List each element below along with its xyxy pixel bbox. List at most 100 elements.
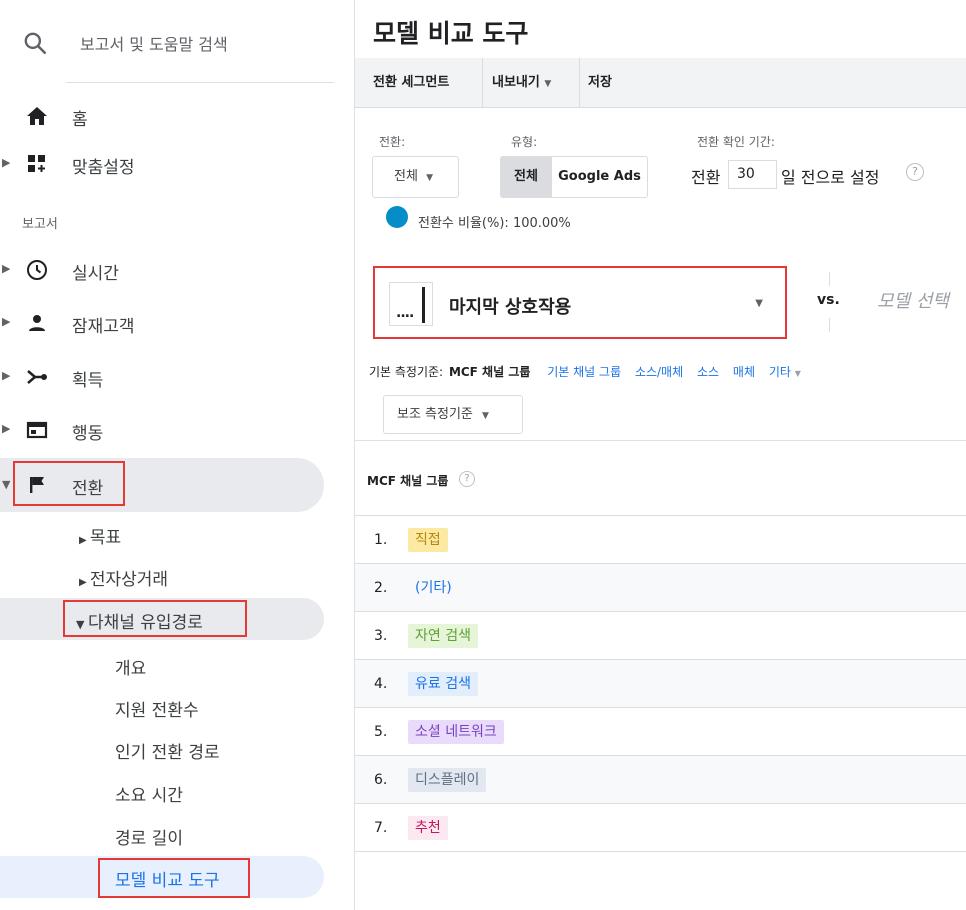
main-content: 모델 비교 도구 전환 세그먼트 내보내기 ▼ 저장 전환: 전체 ▼ 유형: … [354,0,966,910]
channel-tag[interactable]: 소셜 네트워크 [408,720,504,744]
dimension-other[interactable]: 기타 [769,365,791,379]
sidebar-item-label: 전자상거래 [89,570,169,590]
caret-down-icon: ▼ [794,369,801,378]
channel-tag[interactable]: (기타) [408,576,459,600]
row-number: 3. [374,628,388,644]
table-row[interactable]: 1. 직접 [355,516,966,564]
column-header-mcf[interactable]: MCF 채널 그룹 [367,472,448,489]
dimension-source[interactable]: 소스 [697,365,719,379]
divider [482,58,483,108]
search-placeholder[interactable]: 보고서 및 도움말 검색 [80,31,228,55]
conversion-label: 전환: [379,135,406,149]
table-row[interactable]: 7. 추천 [355,804,966,852]
sidebar-item-label: 목표 [89,528,122,548]
sidebar-item-ecommerce[interactable]: ▶ 전자상거래 [79,565,168,590]
caret-right-icon: ▶ [79,535,90,546]
sidebar-item-home[interactable]: 홈 [0,90,340,142]
dimension-mcf-channel-group[interactable]: MCF 채널 그룹 [449,365,530,379]
help-icon[interactable]: ? [906,163,924,181]
conversion-segment-button[interactable]: 전환 세그먼트 [373,58,449,108]
sidebar-item-label: 행동 [72,424,104,444]
sidebar-item-acquisition[interactable]: ▶ 획득 [0,351,340,403]
conversion-rate-text: 전환수 비율(%): 100.00% [418,216,571,231]
rate-color-dot [386,206,408,228]
secondary-dimension-label: 보조 측정기준 [397,407,473,422]
caret-right-icon: ▶ [2,315,11,328]
row-number: 6. [374,772,388,788]
sidebar-item-time-lag[interactable]: 소요 시간 [115,781,183,806]
sidebar-item-label: 맞춤설정 [72,158,135,178]
channel-tag[interactable]: 유료 검색 [408,672,478,696]
last-interaction-model-icon: .... [389,282,433,326]
sidebar-item-audience[interactable]: ▶ 잠재고객 [0,297,340,349]
model-dropdown[interactable]: .... 마지막 상호작용 ▼ [387,276,777,330]
channel-tag[interactable]: 직접 [408,528,448,552]
sidebar-item-label: 실시간 [72,264,119,284]
lookback-prefix: 전환 [691,168,721,187]
caret-right-icon: ▶ [2,422,11,435]
sidebar-item-label: 잠재고객 [72,317,135,337]
sidebar-item-overview[interactable]: 개요 [115,654,146,679]
highlight-box [63,600,247,637]
channel-tag[interactable]: 추천 [408,816,448,840]
home-icon [27,107,47,125]
vs-label: vs. [817,292,840,308]
sidebar: 보고서 및 도움말 검색 홈 ▶ 맞춤설정 보고서 ▶ 실시간 ▶ 잠재고객 ▶… [0,0,340,910]
row-number: 7. [374,820,388,836]
caret-down-icon: ▼ [755,298,763,309]
select-model-placeholder[interactable]: 모델 선택 [877,287,949,313]
sidebar-item-assisted[interactable]: 지원 전환수 [115,696,199,721]
caret-right-icon: ▶ [2,369,11,382]
divider [579,58,580,108]
sidebar-item-path-length[interactable]: 경로 길이 [115,824,183,849]
save-button[interactable]: 저장 [588,58,612,108]
primary-dimension-row: 기본 측정기준: MCF 채널 그룹 기본 채널 그룹 소스/매체 소스 매체 … [369,363,801,380]
dimension-medium[interactable]: 매체 [733,365,755,379]
acquisition-icon [27,370,47,384]
sidebar-item-top-paths[interactable]: 인기 전환 경로 [115,738,220,763]
sidebar-item-behavior[interactable]: ▶ 행동 [0,404,340,456]
dimension-source-medium[interactable]: 소스/매체 [635,365,683,379]
secondary-dimension-dropdown[interactable]: 보조 측정기준 ▼ [383,395,523,434]
table-row[interactable]: 2. (기타) [355,564,966,612]
highlight-box: .... 마지막 상호작용 ▼ [373,266,787,339]
page-title: 모델 비교 도구 [373,19,529,48]
caret-down-icon: ▼ [2,478,11,491]
caret-down-icon: ▼ [426,173,433,183]
table-row[interactable]: 5. 소셜 네트워크 [355,708,966,756]
toolbar: 전환 세그먼트 내보내기 ▼ 저장 [355,58,966,108]
type-google-ads-button[interactable]: Google Ads [551,156,648,198]
conversion-dropdown[interactable]: 전체 ▼ [372,156,459,198]
channel-tag[interactable]: 디스플레이 [408,768,487,792]
person-icon [29,315,45,331]
sidebar-item-realtime[interactable]: ▶ 실시간 [0,244,340,296]
channel-tag[interactable]: 자연 검색 [408,624,478,648]
sidebar-item-goals[interactable]: ▶ 목표 [79,523,121,548]
table-header: MCF 채널 그룹 ? [355,440,966,516]
conversion-value: 전체 [394,169,418,184]
search-bar[interactable]: 보고서 및 도움말 검색 [0,0,340,86]
table-row[interactable]: 6. 디스플레이 [355,756,966,804]
caret-right-icon: ▶ [2,262,11,275]
help-icon[interactable]: ? [459,471,475,487]
primary-dimension-label: 기본 측정기준: [369,365,444,379]
dashboard-icon [28,155,45,172]
divider [829,318,830,332]
table-row[interactable]: 4. 유료 검색 [355,660,966,708]
row-number: 5. [374,724,388,740]
table-row[interactable]: 3. 자연 검색 [355,612,966,660]
highlight-box [98,858,250,898]
dimension-default-channel-group[interactable]: 기본 채널 그룹 [547,365,621,379]
behavior-icon [26,421,48,439]
highlight-box [13,461,125,506]
sidebar-item-customize[interactable]: ▶ 맞춤설정 [0,138,340,190]
lookback-suffix: 일 전으로 설정 [781,168,880,187]
caret-right-icon: ▶ [79,577,90,588]
lookback-label: 전환 확인 기간: [697,135,775,149]
caret-down-icon: ▼ [482,411,489,421]
row-number: 2. [374,580,388,596]
export-button[interactable]: 내보내기 ▼ [492,58,551,108]
clock-icon [27,260,47,280]
lookback-days-input[interactable]: 30 [728,160,777,189]
type-all-button[interactable]: 전체 [500,156,552,198]
